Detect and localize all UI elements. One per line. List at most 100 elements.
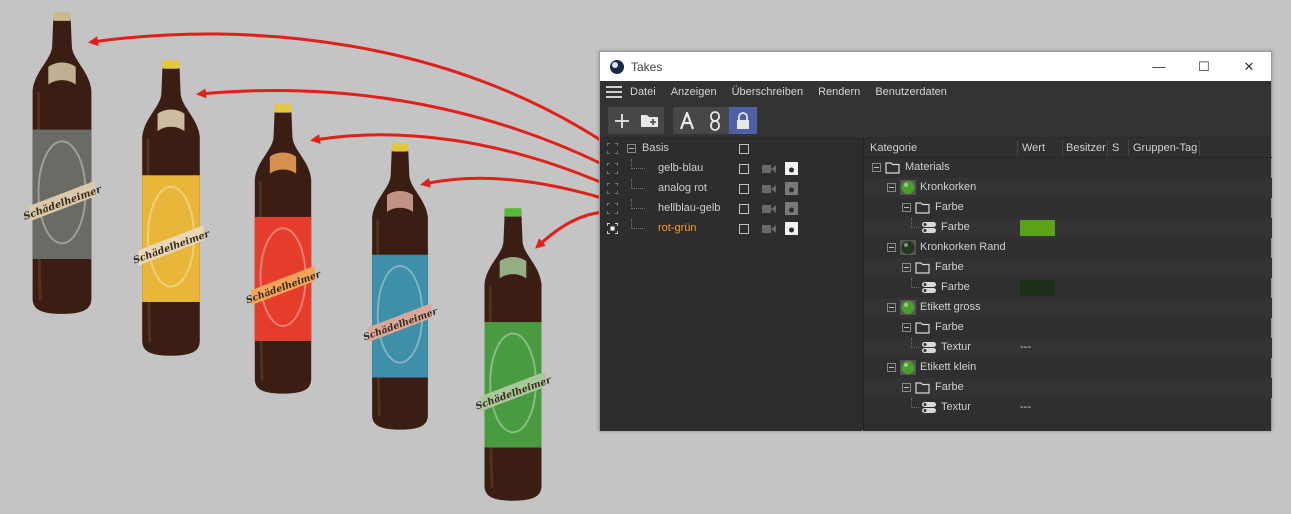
- collapse-toggle-icon[interactable]: [627, 144, 636, 153]
- collapse-toggle-icon[interactable]: [902, 203, 911, 212]
- add-take-button[interactable]: [608, 107, 636, 134]
- render-setting-icon[interactable]: [785, 202, 798, 215]
- take-row[interactable]: gelb-blau: [600, 159, 862, 179]
- takes-toolbar: [600, 103, 1271, 137]
- category-row[interactable]: Farbe: [864, 198, 1272, 218]
- take-checkbox[interactable]: [739, 164, 749, 174]
- take-label: rot-grün: [658, 222, 697, 234]
- takes-panels: Basis gelb-blau analog rot hellblau-gelb rot…: [600, 138, 1272, 431]
- toolbar-group-modes: [673, 107, 757, 134]
- parameter-icon: [922, 402, 936, 413]
- color-value-swatch[interactable]: [1020, 220, 1055, 236]
- camera-icon[interactable]: [762, 184, 776, 194]
- category-row[interactable]: Textur ---: [864, 398, 1272, 418]
- column-wert[interactable]: Wert: [1022, 142, 1045, 154]
- active-take-marker-icon[interactable]: [607, 223, 618, 234]
- tree-connector: [911, 218, 919, 228]
- category-row[interactable]: Etikett klein: [864, 358, 1272, 378]
- category-row[interactable]: Farbe: [864, 218, 1272, 238]
- category-row[interactable]: Textur ---: [864, 338, 1272, 358]
- menu-rendern[interactable]: Rendern: [818, 86, 860, 98]
- collapse-toggle-icon[interactable]: [887, 243, 896, 252]
- tree-connector: [631, 179, 645, 189]
- take-list-panel: Basis gelb-blau analog rot hellblau-gelb rot…: [600, 138, 862, 431]
- beer-bottle: Schädelheimer: [474, 208, 554, 503]
- texture-value[interactable]: ---: [1020, 401, 1031, 413]
- camera-icon[interactable]: [762, 164, 776, 174]
- menu-datei[interactable]: Datei: [630, 86, 656, 98]
- take-checkbox[interactable]: [739, 144, 749, 154]
- bottle-cap: [53, 12, 71, 21]
- bottle-cap: [504, 208, 522, 217]
- beer-bottle: Schädelheimer: [245, 104, 323, 396]
- bottle-cap: [274, 104, 292, 113]
- camera-icon[interactable]: [762, 224, 776, 234]
- category-label: Textur: [941, 401, 971, 413]
- menu-ueberschreiben[interactable]: Überschreiben: [732, 86, 804, 98]
- category-label: Farbe: [935, 381, 964, 393]
- take-marker-icon[interactable]: [607, 203, 618, 214]
- maximize-button[interactable]: ☐: [1181, 52, 1227, 81]
- column-gruppen-tag[interactable]: Gruppen-Tag: [1133, 142, 1197, 154]
- camera-icon[interactable]: [762, 204, 776, 214]
- render-setting-icon[interactable]: [785, 222, 798, 235]
- category-row[interactable]: Kronkorken Rand: [864, 238, 1272, 258]
- category-row[interactable]: Farbe: [864, 258, 1272, 278]
- red-arrow: [535, 210, 605, 249]
- column-besitzer[interactable]: Besitzer: [1066, 142, 1106, 154]
- auto-take-button[interactable]: [673, 107, 701, 134]
- collapse-toggle-icon[interactable]: [887, 303, 896, 312]
- menu-benutzerdaten[interactable]: Benutzerdaten: [875, 86, 947, 98]
- folder-plus-icon: [641, 114, 658, 127]
- render-setting-icon[interactable]: [785, 162, 798, 175]
- bottle-cap: [391, 143, 409, 152]
- tree-connector: [631, 159, 645, 169]
- texture-value[interactable]: ---: [1020, 341, 1031, 353]
- hamburger-menu-icon[interactable]: [606, 86, 622, 98]
- parameter-icon: [922, 342, 936, 353]
- category-row[interactable]: Materials: [864, 158, 1272, 178]
- take-row[interactable]: analog rot: [600, 179, 862, 199]
- take-marker-icon[interactable]: [607, 163, 618, 174]
- lock-button[interactable]: [729, 107, 757, 134]
- take-row[interactable]: Basis: [600, 139, 862, 159]
- window-titlebar: Takes — ☐ ✕: [600, 52, 1271, 81]
- column-separator: [1128, 140, 1129, 156]
- column-s[interactable]: S: [1112, 142, 1119, 154]
- toolbar-group-create: [608, 107, 664, 134]
- collapse-toggle-icon[interactable]: [887, 363, 896, 372]
- category-row[interactable]: Farbe: [864, 378, 1272, 398]
- menubar: Datei Anzeigen Überschreiben Rendern Ben…: [600, 81, 1271, 103]
- material-ball-icon: [900, 180, 916, 195]
- minimize-button[interactable]: —: [1136, 52, 1182, 81]
- take-label: gelb-blau: [658, 162, 704, 174]
- take-checkbox[interactable]: [739, 204, 749, 214]
- color-value-swatch[interactable]: [1020, 280, 1055, 296]
- collapse-toggle-icon[interactable]: [872, 163, 881, 172]
- close-button[interactable]: ✕: [1226, 52, 1272, 81]
- category-row[interactable]: Farbe: [864, 318, 1272, 338]
- take-marker-icon[interactable]: [607, 183, 618, 194]
- column-kategorie[interactable]: Kategorie: [870, 142, 917, 154]
- collapse-toggle-icon[interactable]: [887, 183, 896, 192]
- add-folder-button[interactable]: [636, 107, 664, 134]
- take-checkbox[interactable]: [739, 184, 749, 194]
- lock-icon: [737, 111, 749, 129]
- take-marker-icon[interactable]: [607, 143, 618, 154]
- collapse-toggle-icon[interactable]: [902, 323, 911, 332]
- link-button[interactable]: [701, 107, 729, 134]
- collapse-toggle-icon[interactable]: [902, 263, 911, 272]
- category-row[interactable]: Kronkorken: [864, 178, 1272, 198]
- category-row[interactable]: Etikett gross: [864, 298, 1272, 318]
- parameter-icon: [922, 222, 936, 233]
- category-label: Kronkorken: [920, 181, 977, 193]
- collapse-toggle-icon[interactable]: [902, 383, 911, 392]
- take-checkbox[interactable]: [739, 224, 749, 234]
- beer-bottle: Schädelheimer: [362, 143, 440, 431]
- material-ball-icon: [900, 240, 916, 255]
- render-setting-icon[interactable]: [785, 182, 798, 195]
- take-row[interactable]: rot-grün: [600, 219, 862, 239]
- category-row[interactable]: Farbe: [864, 278, 1272, 298]
- menu-anzeigen[interactable]: Anzeigen: [671, 86, 717, 98]
- take-row[interactable]: hellblau-gelb: [600, 199, 862, 219]
